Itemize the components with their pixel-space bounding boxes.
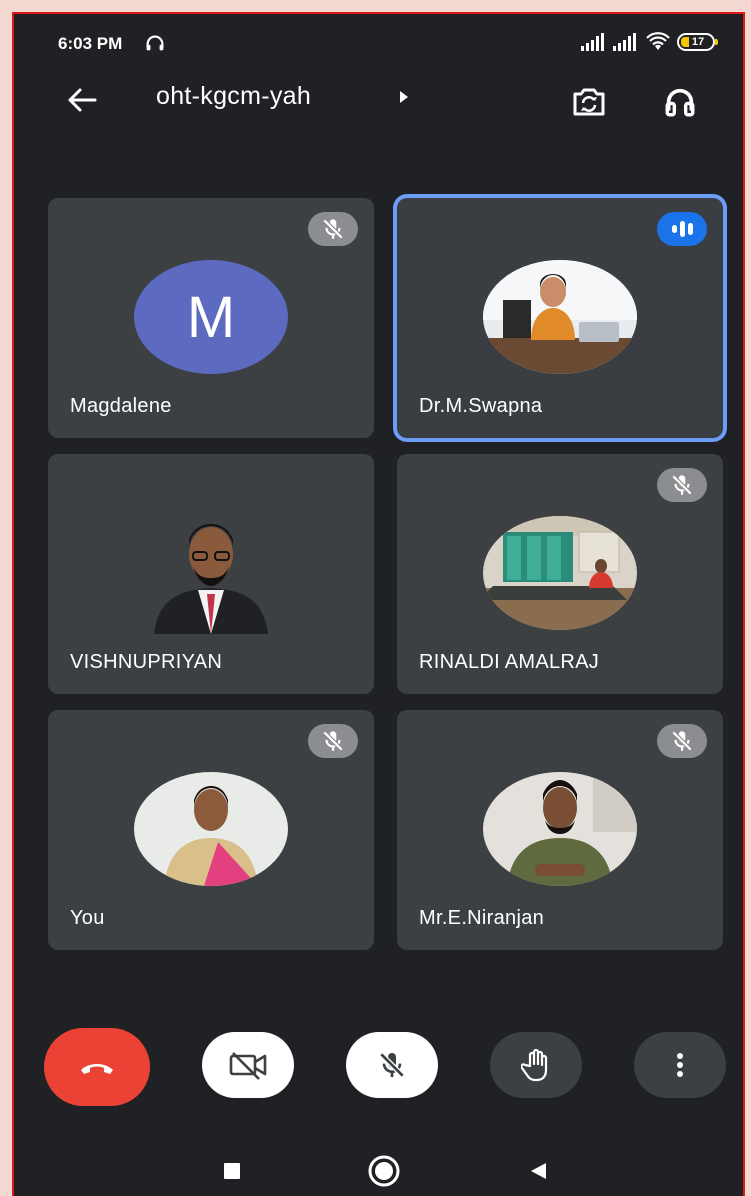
participant-name: Mr.E.Niranjan: [419, 907, 545, 929]
back-arrow-icon: [68, 88, 97, 112]
participant-tile-self[interactable]: You: [48, 710, 374, 950]
signal-icon: [613, 33, 636, 51]
meeting-header: oht-kgcm-yah: [14, 74, 743, 134]
participant-name: Magdalene: [70, 395, 172, 417]
camera-toggle-button[interactable]: [202, 1032, 294, 1098]
avatar: [483, 516, 637, 630]
more-vert-icon: [677, 1053, 683, 1077]
mic-off-icon: [657, 724, 707, 758]
meeting-code[interactable]: oht-kgcm-yah: [156, 82, 311, 111]
participant-name: RINALDI AMALRAJ: [419, 651, 600, 673]
home-button[interactable]: [366, 1153, 402, 1189]
participant-tile[interactable]: VISHNUPRIYAN: [48, 454, 374, 694]
avatar: [483, 260, 637, 374]
mic-off-icon: [657, 468, 707, 502]
recents-icon: [224, 1163, 240, 1179]
wifi-icon: [646, 32, 670, 50]
end-call-icon: [81, 1064, 113, 1074]
more-options-button[interactable]: [634, 1032, 726, 1098]
home-icon: [368, 1155, 400, 1187]
signal-icon: [581, 33, 604, 51]
participant-tile[interactable]: Mr.E.Niranjan: [397, 710, 723, 950]
switch-camera-icon: [573, 88, 605, 116]
status-bar: 6:03 PM 17: [14, 14, 743, 74]
status-time: 6:03 PM: [58, 34, 123, 53]
call-controls: [14, 1028, 743, 1122]
audio-output-button[interactable]: [658, 80, 702, 124]
mic-toggle-button[interactable]: [346, 1032, 438, 1098]
app-frame: 6:03 PM 17 oht-kgcm-yah M Magdalene Dr.M…: [12, 12, 745, 1196]
recents-button[interactable]: [214, 1153, 250, 1189]
participant-name: Dr.M.Swapna: [419, 395, 543, 417]
participant-name: You: [70, 907, 105, 929]
system-back-button[interactable]: [520, 1153, 556, 1189]
switch-camera-button[interactable]: [567, 80, 611, 124]
mic-off-icon: [379, 1052, 405, 1078]
participant-tile[interactable]: RINALDI AMALRAJ: [397, 454, 723, 694]
camera-off-icon: [229, 1052, 267, 1080]
end-call-button[interactable]: [44, 1028, 150, 1106]
back-button[interactable]: [62, 80, 102, 120]
battery-level: 17: [691, 36, 705, 48]
battery-icon: 17: [677, 33, 718, 51]
participant-name: VISHNUPRIYAN: [70, 651, 223, 673]
participant-tile[interactable]: M Magdalene: [48, 198, 374, 438]
raise-hand-icon: [521, 1048, 548, 1082]
mic-off-icon: [308, 724, 358, 758]
caret-right-icon[interactable]: [398, 90, 410, 109]
mic-off-icon: [308, 212, 358, 246]
avatar: [483, 772, 637, 886]
back-icon: [531, 1163, 546, 1179]
participant-tile-speaking[interactable]: Dr.M.Swapna: [397, 198, 723, 438]
raise-hand-button[interactable]: [490, 1032, 582, 1098]
headset-status-icon: [144, 32, 166, 59]
avatar: [134, 772, 288, 886]
status-indicators: 17: [581, 32, 718, 52]
avatar: [146, 514, 276, 634]
audio-level-icon: [657, 212, 707, 246]
headphones-icon: [665, 88, 695, 117]
avatar: M: [134, 260, 288, 374]
system-nav-bar: [14, 1139, 743, 1196]
